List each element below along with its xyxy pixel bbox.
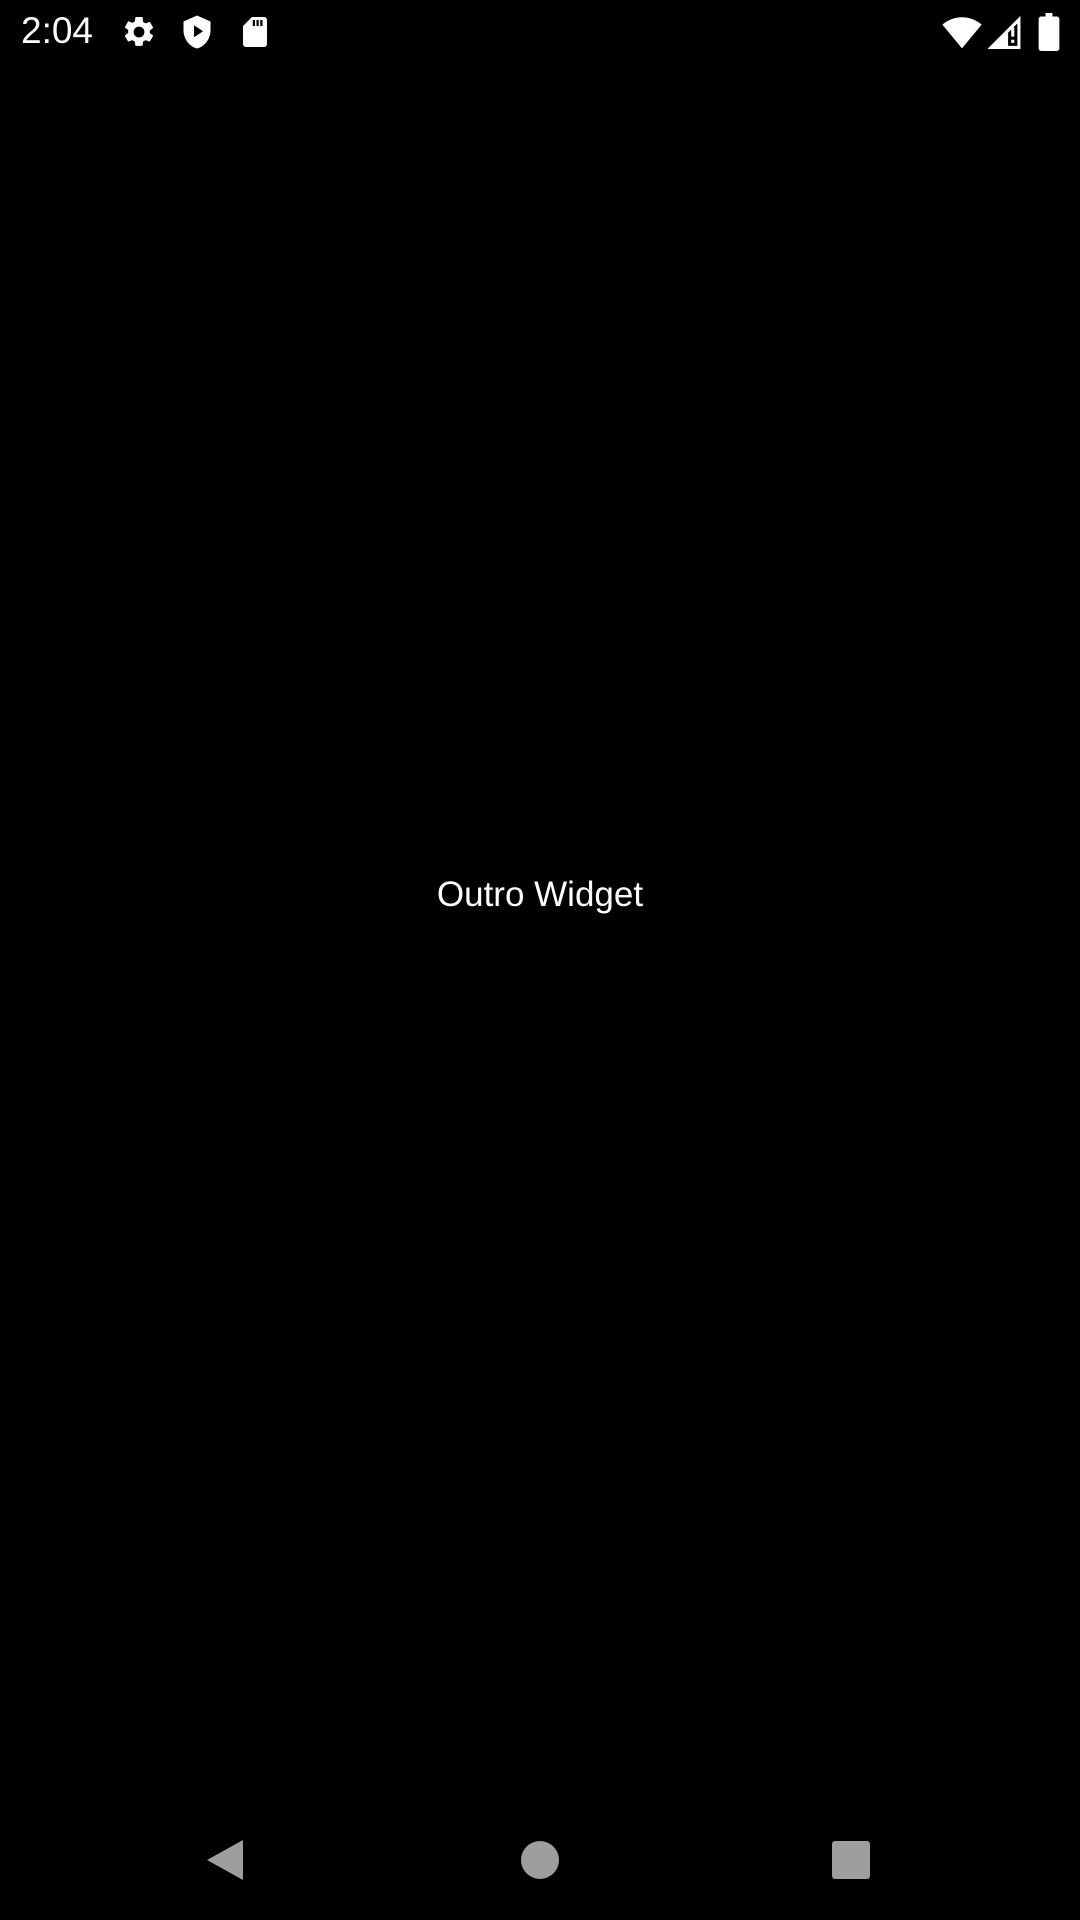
back-triangle-icon xyxy=(207,1840,243,1880)
navigation-bar xyxy=(0,1800,1080,1920)
main-content: Outro Widget xyxy=(0,63,1080,1800)
home-button[interactable] xyxy=(510,1830,570,1890)
back-button[interactable] xyxy=(195,1830,255,1890)
play-shield-icon xyxy=(179,14,215,50)
outro-widget-label: Outro Widget xyxy=(436,875,644,914)
battery-icon xyxy=(1038,13,1060,51)
recents-square-icon xyxy=(832,1841,870,1879)
wifi-icon xyxy=(942,14,982,50)
home-circle-icon xyxy=(521,1841,559,1879)
cellular-signal-icon xyxy=(988,14,1022,50)
status-bar: 2:04 xyxy=(0,0,1080,63)
status-time: 2:04 xyxy=(21,10,94,51)
screen: 2:04 Outro Widget xyxy=(0,0,1080,1920)
recents-button[interactable] xyxy=(821,1830,881,1890)
gear-icon xyxy=(121,14,157,50)
sd-card-icon xyxy=(237,14,273,50)
